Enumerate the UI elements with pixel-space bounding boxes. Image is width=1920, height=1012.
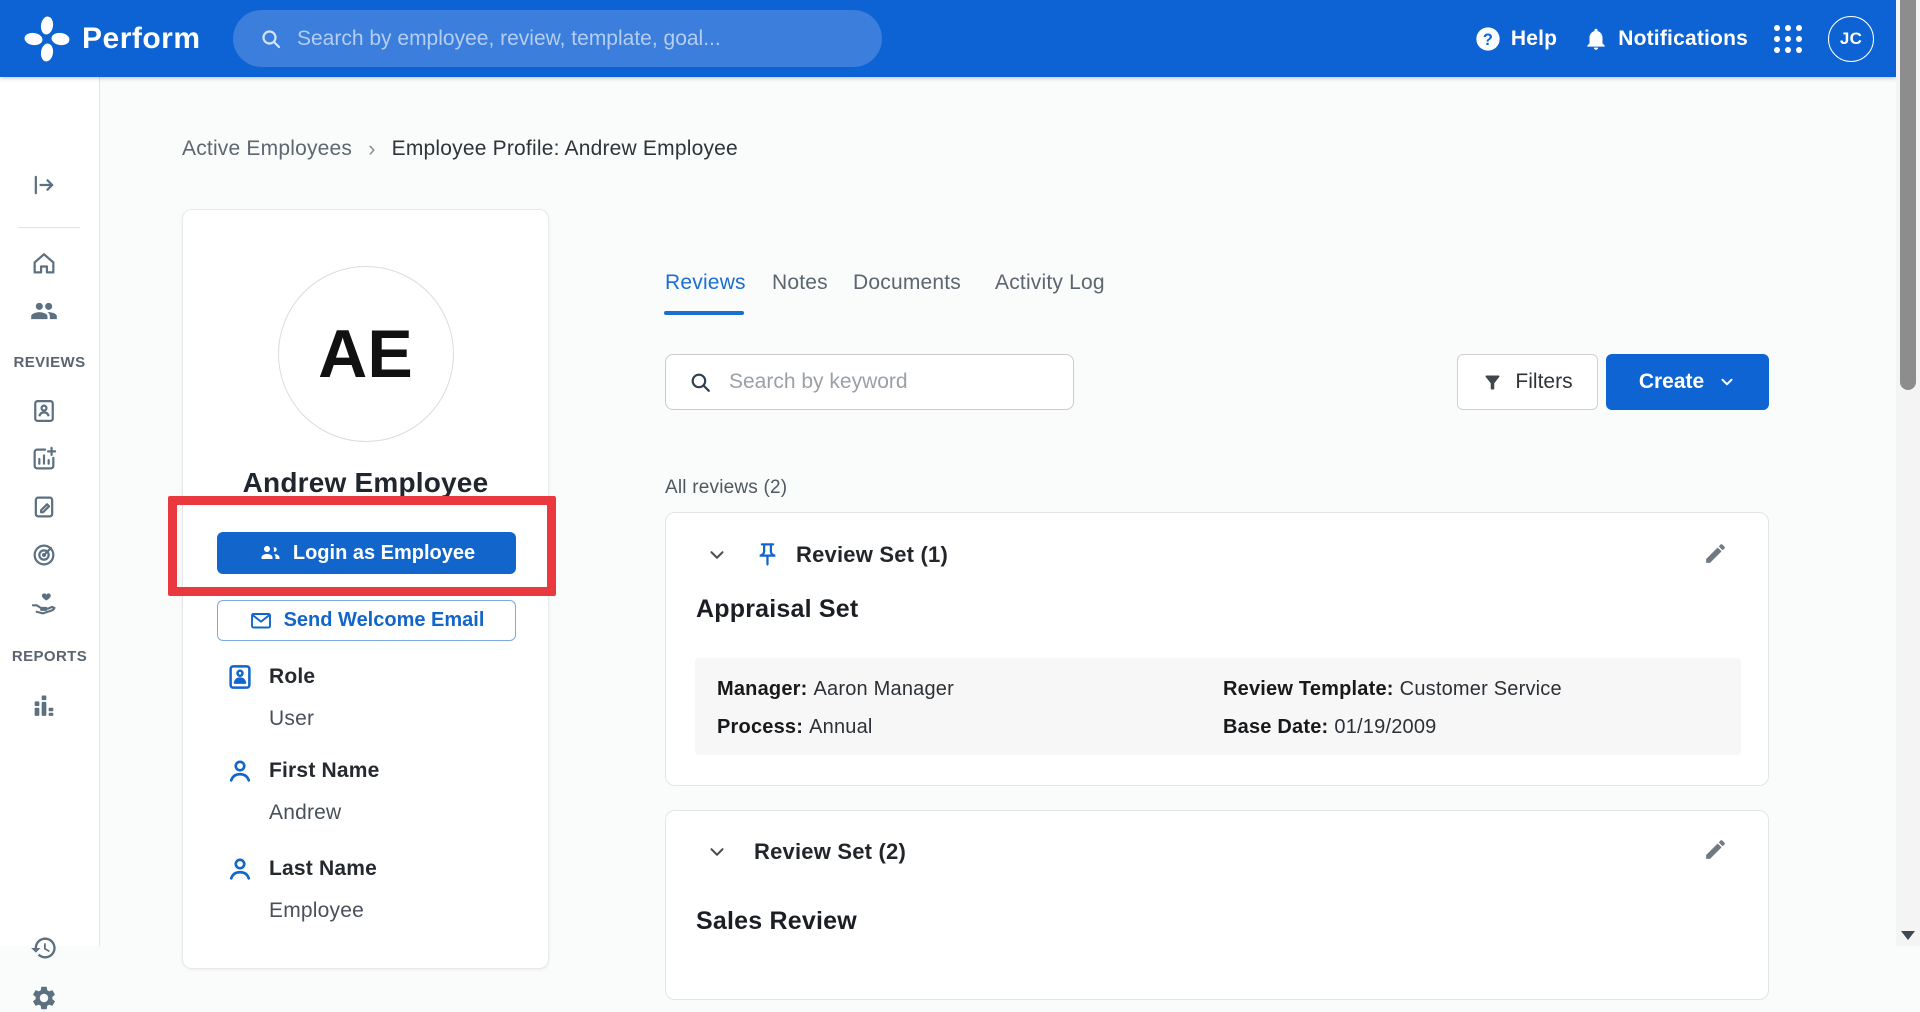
clipboard-edit-icon[interactable] [30, 493, 58, 521]
notifications-label: Notifications [1618, 26, 1748, 50]
tab-notes[interactable]: Notes [772, 271, 828, 295]
help-label: Help [1510, 26, 1558, 50]
page-scrollbar [1896, 0, 1920, 946]
svg-text:?: ? [1483, 30, 1493, 48]
pin-icon [754, 541, 781, 568]
app-grid-icon[interactable] [1774, 24, 1802, 53]
employees-icon[interactable] [30, 297, 58, 325]
review-template-field: Review Template: Customer Service [1223, 678, 1562, 701]
login-as-employee-label: Login as Employee [292, 541, 476, 564]
envelope-icon [249, 609, 273, 633]
create-button[interactable]: Create [1606, 354, 1769, 410]
goals-target-icon[interactable] [30, 541, 58, 569]
search-icon [259, 27, 283, 51]
review-badge-icon[interactable] [30, 397, 58, 425]
login-as-employee-button[interactable]: Login as Employee [217, 532, 516, 574]
review-set-label: Review Set (2) [754, 839, 906, 864]
process-value: Annual [809, 716, 873, 738]
brand-name: Perform [82, 21, 201, 55]
manager-field: Manager: Aaron Manager [717, 678, 954, 701]
hand-heart-icon[interactable] [30, 589, 58, 617]
user-avatar[interactable]: JC [1828, 15, 1874, 62]
sidebar-divider [18, 227, 80, 228]
process-field: Process: Annual [717, 716, 873, 739]
review-details-box: Manager: Aaron Manager Review Template: Cu… [695, 658, 1741, 755]
people-icon [258, 541, 282, 565]
settings-gear-icon[interactable] [30, 984, 58, 1012]
person-icon [225, 756, 255, 786]
breadcrumb-current: Employee Profile: Andrew Employee [391, 137, 738, 160]
person-icon [225, 854, 255, 884]
filter-funnel-icon [1482, 372, 1503, 393]
scrollbar-thumb[interactable] [1900, 0, 1916, 390]
last-name-label: Last Name [269, 857, 378, 880]
base-date-field: Base Date: 01/19/2009 [1223, 716, 1437, 739]
all-reviews-count: All reviews (2) [665, 477, 788, 498]
manager-label: Manager: [717, 678, 808, 700]
expand-sidebar-icon[interactable] [30, 171, 58, 199]
review-set-label: Review Set (1) [796, 542, 948, 567]
bell-icon [1583, 26, 1609, 52]
base-date-label: Base Date: [1223, 716, 1329, 738]
collapse-chevron-icon[interactable] [706, 841, 728, 863]
left-sidebar: REVIEWS REPORTS [0, 77, 100, 1010]
perform-flower-icon [24, 16, 70, 62]
app-logo[interactable]: Perform [0, 16, 201, 62]
notifications-button[interactable]: Notifications [1583, 26, 1748, 52]
sidebar-section-reviews: REVIEWS [13, 354, 86, 371]
create-label: Create [1638, 370, 1705, 393]
role-value: User [269, 707, 315, 730]
employee-name: Andrew Employee [242, 467, 489, 498]
chart-add-icon[interactable] [30, 445, 58, 473]
search-icon [688, 370, 713, 395]
process-label: Process: [717, 716, 804, 738]
role-label: Role [269, 665, 316, 688]
reports-bars-icon[interactable] [30, 692, 58, 720]
role-badge-icon [225, 662, 255, 692]
employee-avatar: AE [277, 266, 454, 442]
help-button[interactable]: ? Help [1474, 25, 1557, 53]
history-icon[interactable] [30, 934, 58, 962]
first-name-label: First Name [269, 759, 380, 782]
help-icon: ? [1474, 25, 1502, 53]
edit-pencil-icon[interactable] [1703, 837, 1728, 862]
tab-documents[interactable]: Documents [853, 271, 961, 295]
manager-value: Aaron Manager [813, 678, 954, 700]
review-title: Sales Review [696, 907, 857, 935]
scroll-down-arrow-icon[interactable] [1901, 931, 1915, 940]
global-search-input[interactable] [297, 26, 856, 51]
active-tab-indicator [664, 311, 744, 315]
keyword-search-input[interactable] [729, 370, 1051, 394]
filters-button[interactable]: Filters [1457, 354, 1598, 410]
sidebar-section-reports: REPORTS [11, 648, 88, 665]
employee-profile-card: AE Andrew Employee Login as Employee Sen… [182, 209, 549, 969]
breadcrumb: Active Employees › Employee Profile: And… [182, 136, 738, 162]
send-welcome-email-button[interactable]: Send Welcome Email [217, 600, 516, 641]
global-search[interactable] [233, 10, 882, 67]
send-welcome-email-label: Send Welcome Email [283, 609, 485, 631]
breadcrumb-separator-icon: › [368, 136, 376, 161]
filters-label: Filters [1515, 370, 1573, 393]
tab-activity-log[interactable]: Activity Log [995, 271, 1105, 295]
tab-reviews[interactable]: Reviews [665, 271, 746, 295]
last-name-value: Employee [269, 899, 364, 922]
edit-pencil-icon[interactable] [1703, 541, 1728, 566]
first-name-value: Andrew [269, 801, 342, 824]
review-template-label: Review Template: [1223, 678, 1394, 700]
review-template-value: Customer Service [1399, 678, 1562, 700]
base-date-value: 01/19/2009 [1334, 716, 1437, 738]
collapse-chevron-icon[interactable] [706, 544, 728, 566]
keyword-search[interactable] [665, 354, 1074, 410]
chevron-down-icon [1718, 373, 1736, 391]
review-set-card: Review Set (2) Sales Review [665, 810, 1769, 1000]
review-title: Appraisal Set [696, 595, 859, 623]
top-navigation-bar: Perform ? Help Notificati [0, 0, 1896, 77]
review-set-card: Review Set (1) Appraisal Set Manager: Aar… [665, 512, 1769, 786]
home-icon[interactable] [30, 249, 58, 277]
breadcrumb-active-employees[interactable]: Active Employees [182, 137, 352, 161]
